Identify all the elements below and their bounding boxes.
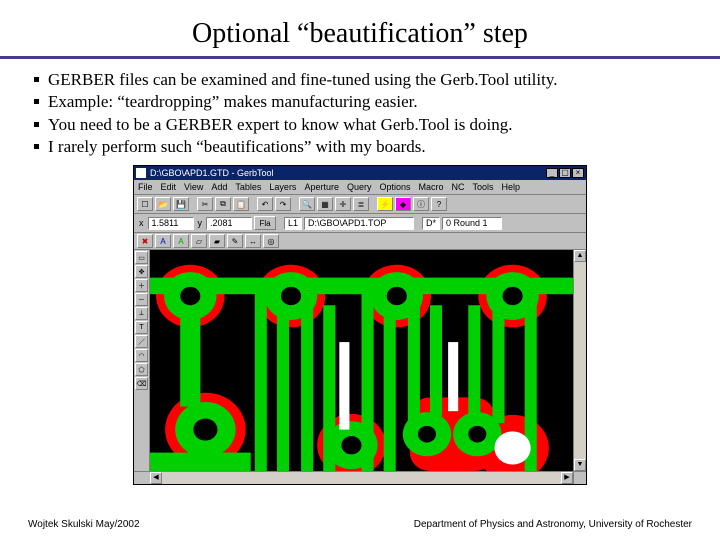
file-field[interactable]: D:\GBO\APD1.TOP <box>304 217 414 230</box>
redo-icon[interactable]: ↷ <box>275 197 291 211</box>
menu-macro[interactable]: Macro <box>419 182 444 192</box>
poly-icon[interactable]: ▱ <box>191 234 207 248</box>
menu-tools[interactable]: Tools <box>473 182 494 192</box>
scroll-right-icon[interactable]: ▶ <box>561 472 573 484</box>
aperture-field[interactable]: 0 Round 1 <box>442 217 502 230</box>
open-icon[interactable]: 📂 <box>155 197 171 211</box>
paste-icon[interactable]: 📋 <box>233 197 249 211</box>
bullet-list: GERBER files can be examined and fine-tu… <box>28 69 692 157</box>
toolbar-edit: ✖ A A ▱ ▰ ✎ ↔ ◎ <box>134 233 586 250</box>
window-titlebar: D:\GBO\APD1.GTD - GerbTool _ ▢ × <box>134 166 586 180</box>
help-icon[interactable]: ? <box>431 197 447 211</box>
highlight-icon[interactable]: ◆ <box>395 197 411 211</box>
menubar: File Edit View Add Tables Layers Apertur… <box>134 180 586 195</box>
scroll-down-icon[interactable]: ▼ <box>574 459 586 471</box>
coord-y-label: y <box>196 218 205 228</box>
side-del-icon[interactable]: ⌫ <box>135 377 148 390</box>
side-zoomout-icon[interactable]: － <box>135 293 148 306</box>
close-button[interactable]: × <box>572 168 584 178</box>
menu-add[interactable]: Add <box>211 182 227 192</box>
menu-nc[interactable]: NC <box>452 182 465 192</box>
toolbar-coords: x 1.5811 y .2081 Fla L1 D:\GBO\APD1.TOP … <box>134 214 586 233</box>
gerbtool-window: D:\GBO\APD1.GTD - GerbTool _ ▢ × File Ed… <box>133 165 587 485</box>
side-select-icon[interactable]: ▭ <box>135 251 148 264</box>
snap-icon[interactable]: ✛ <box>335 197 351 211</box>
cut-icon[interactable]: ✂ <box>197 197 213 211</box>
side-zoomin-icon[interactable]: ＋ <box>135 279 148 292</box>
select-b-icon[interactable]: A <box>173 234 189 248</box>
menu-help[interactable]: Help <box>502 182 521 192</box>
side-text-icon[interactable]: T <box>135 321 148 334</box>
side-measure-icon[interactable]: ⟂ <box>135 307 148 320</box>
draw-icon[interactable]: ✎ <box>227 234 243 248</box>
copy-icon[interactable]: ⧉ <box>215 197 231 211</box>
maximize-button[interactable]: ▢ <box>559 168 571 178</box>
menu-aperture[interactable]: Aperture <box>304 182 339 192</box>
target-icon[interactable]: ◎ <box>263 234 279 248</box>
footer-left: Wojtek Skulski May/2002 <box>28 519 140 530</box>
save-icon[interactable]: 💾 <box>173 197 189 211</box>
footer-right: Department of Physics and Astronomy, Uni… <box>414 519 692 530</box>
pcb-canvas[interactable] <box>150 250 573 471</box>
horizontal-scrollbar[interactable]: ◀ ▶ <box>150 471 573 484</box>
scroll-left-icon[interactable]: ◀ <box>150 472 162 484</box>
flash-button[interactable]: Fla <box>254 216 276 230</box>
info-icon[interactable]: ⓘ <box>413 197 429 211</box>
tool-sidebar: ▭ ✥ ＋ － ⟂ T ／ ◠ ⬠ ⌫ <box>134 250 150 471</box>
delete-icon[interactable]: ✖ <box>137 234 153 248</box>
side-poly-icon[interactable]: ⬠ <box>135 363 148 376</box>
side-arc-icon[interactable]: ◠ <box>135 349 148 362</box>
new-icon[interactable]: ☐ <box>137 197 153 211</box>
menu-edit[interactable]: Edit <box>161 182 177 192</box>
bullet-item: You need to be a GERBER expert to know w… <box>34 114 692 135</box>
scroll-up-icon[interactable]: ▲ <box>574 250 586 262</box>
bullet-item: Example: “teardropping” makes manufactur… <box>34 91 692 112</box>
probe-icon[interactable]: ⚡ <box>377 197 393 211</box>
menu-layers[interactable]: Layers <box>269 182 296 192</box>
menu-options[interactable]: Options <box>379 182 410 192</box>
menu-query[interactable]: Query <box>347 182 372 192</box>
dcode-field[interactable]: D* <box>422 217 440 230</box>
app-icon <box>136 168 146 178</box>
menu-file[interactable]: File <box>138 182 153 192</box>
vertical-scrollbar[interactable]: ▲ ▼ <box>573 250 586 471</box>
side-line-icon[interactable]: ／ <box>135 335 148 348</box>
bullet-item: GERBER files can be examined and fine-tu… <box>34 69 692 90</box>
select-a-icon[interactable]: A <box>155 234 171 248</box>
minimize-button[interactable]: _ <box>546 168 558 178</box>
coord-y-field[interactable]: .2081 <box>206 217 252 230</box>
layer-field[interactable]: L1 <box>284 217 302 230</box>
slide-footer: Wojtek Skulski May/2002 Department of Ph… <box>28 519 692 530</box>
layer-icon[interactable]: ≣ <box>353 197 369 211</box>
title-rule <box>0 56 720 59</box>
fill-icon[interactable]: ▰ <box>209 234 225 248</box>
side-pan-icon[interactable]: ✥ <box>135 265 148 278</box>
zoom-icon[interactable]: 🔍 <box>299 197 315 211</box>
bullet-item: I rarely perform such “beautifications” … <box>34 136 692 157</box>
coord-x-label: x <box>137 218 146 228</box>
coord-x-field[interactable]: 1.5811 <box>148 217 194 230</box>
measure-icon[interactable]: ↔ <box>245 234 261 248</box>
menu-tables[interactable]: Tables <box>235 182 261 192</box>
grid-icon[interactable]: ▦ <box>317 197 333 211</box>
menu-view[interactable]: View <box>184 182 203 192</box>
client-area: ▭ ✥ ＋ － ⟂ T ／ ◠ ⬠ ⌫ <box>134 250 586 471</box>
slide-title: Optional “beautification” step <box>28 18 692 50</box>
toolbar-main: ☐ 📂 💾 ✂ ⧉ 📋 ↶ ↷ 🔍 ▦ ✛ ≣ ⚡ ◆ ⓘ ? <box>134 195 586 214</box>
window-title: D:\GBO\APD1.GTD - GerbTool <box>150 168 274 178</box>
undo-icon[interactable]: ↶ <box>257 197 273 211</box>
